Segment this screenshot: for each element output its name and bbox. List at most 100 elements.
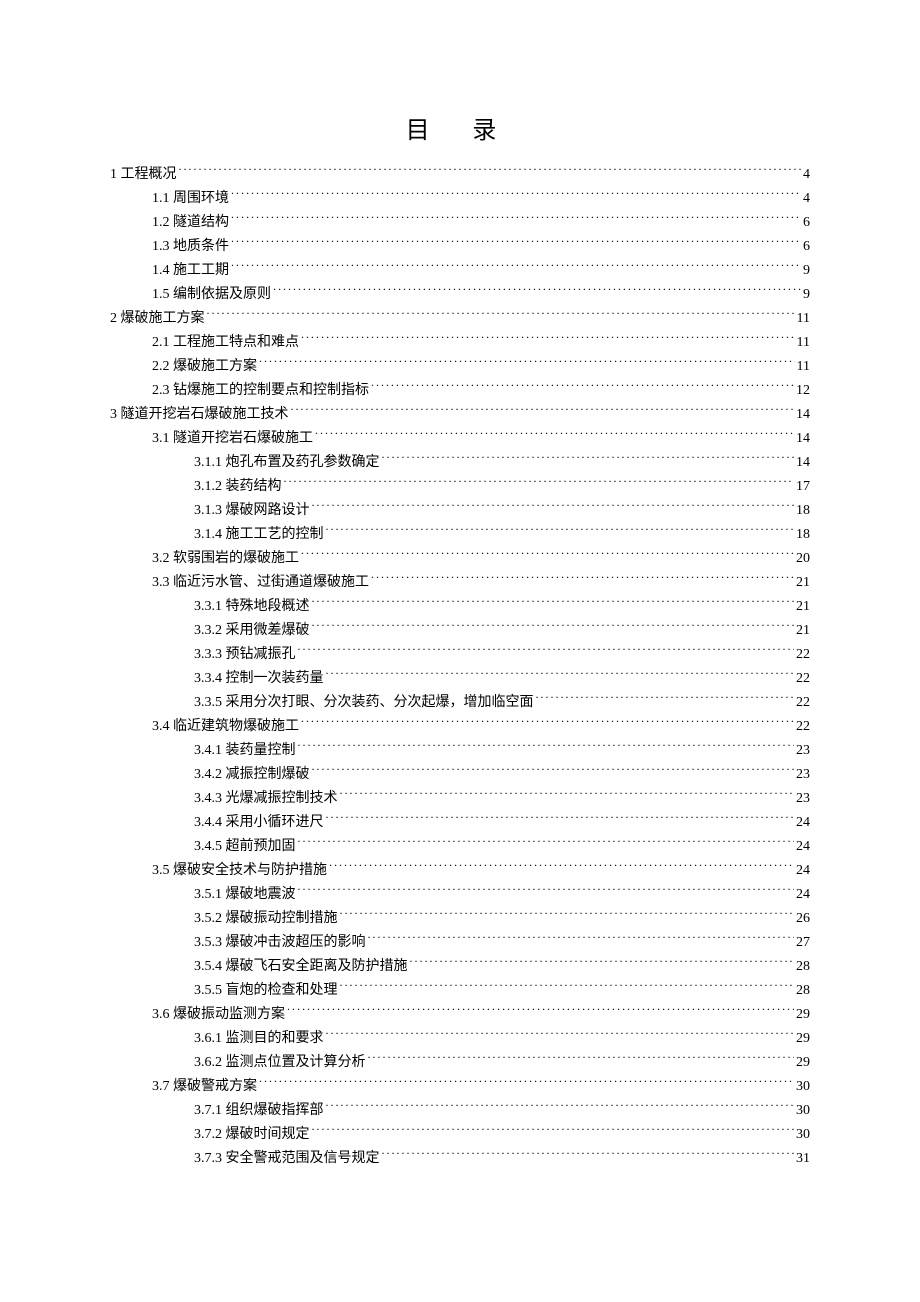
toc-entry: 1.2 隧道结构6 — [110, 211, 810, 235]
toc-entry: 3.5.5 盲炮的检查和处理28 — [110, 979, 810, 1003]
toc-leader-dots — [410, 956, 795, 970]
toc-leader-dots — [231, 236, 801, 250]
toc-entry-page: 30 — [796, 1099, 810, 1123]
toc-entry-page: 24 — [796, 883, 810, 907]
toc-leader-dots — [301, 548, 794, 562]
toc-entry-page: 24 — [796, 859, 810, 883]
toc-entry: 3.6.2 监测点位置及计算分析29 — [110, 1051, 810, 1075]
toc-leader-dots — [340, 788, 795, 802]
toc-leader-dots — [291, 404, 795, 418]
toc-entry-page: 14 — [796, 403, 810, 427]
toc-entry: 3 隧道开挖岩石爆破施工技术14 — [110, 403, 810, 427]
toc-entry-label: 3.5.4 爆破飞石安全距离及防护措施 — [194, 955, 408, 979]
toc-entry-label: 3.6 爆破振动监测方案 — [152, 1003, 285, 1027]
toc-entry-page: 29 — [796, 1003, 810, 1027]
toc-entry-page: 21 — [796, 619, 810, 643]
toc-entry-page: 24 — [796, 835, 810, 859]
toc-leader-dots — [312, 620, 795, 634]
toc-entry-label: 3.5.1 爆破地震波 — [194, 883, 296, 907]
toc-entry-label: 3.2 软弱围岩的爆破施工 — [152, 547, 299, 571]
toc-leader-dots — [231, 212, 801, 226]
toc-entry: 3.5.4 爆破飞石安全距离及防护措施 28 — [110, 955, 810, 979]
toc-entry-page: 29 — [796, 1027, 810, 1051]
toc-entry-page: 11 — [797, 331, 810, 355]
toc-title: 目 录 — [110, 110, 810, 145]
toc-entry: 3.5.1 爆破地震波 24 — [110, 883, 810, 907]
toc-entry-label: 3.3.1 特殊地段概述 — [194, 595, 310, 619]
toc-entry-label: 3.4.5 超前预加固 — [194, 835, 296, 859]
toc-entry: 3.2 软弱围岩的爆破施工 20 — [110, 547, 810, 571]
toc-entry-label: 3.4.1 装药量控制 — [194, 739, 296, 763]
toc-entry-page: 17 — [796, 475, 810, 499]
toc-leader-dots — [340, 908, 795, 922]
toc-entry: 3.1.1 炮孔布置及药孔参数确定 14 — [110, 451, 810, 475]
toc-entry: 3.1 隧道开挖岩石爆破施工14 — [110, 427, 810, 451]
toc-entry-label: 3.5 爆破安全技术与防护措施 — [152, 859, 327, 883]
toc-leader-dots — [298, 836, 795, 850]
toc-entry-page: 21 — [796, 571, 810, 595]
toc-entry-label: 3.3 临近污水管、过街通道爆破施工 — [152, 571, 369, 595]
toc-entry-label: 1.4 施工工期 — [152, 259, 229, 283]
toc-entry: 1.5 编制依据及原则9 — [110, 283, 810, 307]
toc-entry: 3.3.4 控制一次装药量22 — [110, 667, 810, 691]
toc-entry-page: 28 — [796, 955, 810, 979]
toc-entry-page: 28 — [796, 979, 810, 1003]
toc-entry-label: 3.1.3 爆破网路设计 — [194, 499, 310, 523]
toc-entry: 2.2 爆破施工方案11 — [110, 355, 810, 379]
toc-entry-page: 26 — [796, 907, 810, 931]
toc-entry-page: 11 — [797, 355, 810, 379]
toc-entry-page: 24 — [796, 811, 810, 835]
toc-entry-page: 11 — [797, 307, 810, 331]
toc-entry: 3.7.1 组织爆破指挥部30 — [110, 1099, 810, 1123]
toc-entry-label: 3.6.2 监测点位置及计算分析 — [194, 1051, 366, 1075]
toc-leader-dots — [273, 284, 801, 298]
toc-entry: 3.3 临近污水管、过街通道爆破施工 21 — [110, 571, 810, 595]
toc-leader-dots — [382, 1148, 795, 1162]
table-of-contents: 1 工程概况41.1 周围环境41.2 隧道结构61.3 地质条件61.4 施工… — [110, 163, 810, 1171]
toc-leader-dots — [371, 572, 794, 586]
toc-entry-page: 23 — [796, 763, 810, 787]
toc-entry-page: 21 — [796, 595, 810, 619]
toc-entry-label: 3.7.3 安全警戒范围及信号规定 — [194, 1147, 380, 1171]
toc-leader-dots — [371, 380, 794, 394]
toc-leader-dots — [536, 692, 795, 706]
toc-leader-dots — [312, 1124, 795, 1138]
toc-entry: 3.5.3 爆破冲击波超压的影响27 — [110, 931, 810, 955]
toc-entry-label: 2.1 工程施工特点和难点 — [152, 331, 299, 355]
toc-leader-dots — [326, 1028, 795, 1042]
toc-leader-dots — [368, 932, 795, 946]
toc-leader-dots — [312, 596, 795, 610]
toc-entry: 3.4.4 采用小循环进尺24 — [110, 811, 810, 835]
toc-leader-dots — [368, 1052, 795, 1066]
toc-leader-dots — [340, 980, 795, 994]
toc-entry-label: 1.3 地质条件 — [152, 235, 229, 259]
toc-leader-dots — [284, 476, 795, 490]
toc-entry: 3.4.3 光爆减振控制技术23 — [110, 787, 810, 811]
toc-leader-dots — [231, 188, 801, 202]
toc-entry-page: 30 — [796, 1075, 810, 1099]
toc-leader-dots — [326, 668, 795, 682]
toc-leader-dots — [312, 764, 795, 778]
toc-leader-dots — [329, 860, 794, 874]
toc-entry: 3.4.2 减振控制爆破23 — [110, 763, 810, 787]
toc-entry: 2.3 钻爆施工的控制要点和控制指标12 — [110, 379, 810, 403]
toc-entry-label: 3.1.1 炮孔布置及药孔参数确定 — [194, 451, 380, 475]
toc-entry: 1.3 地质条件6 — [110, 235, 810, 259]
toc-entry-page: 20 — [796, 547, 810, 571]
toc-entry-label: 3.5.2 爆破振动控制措施 — [194, 907, 338, 931]
toc-entry: 3.5 爆破安全技术与防护措施 24 — [110, 859, 810, 883]
toc-entry-page: 18 — [796, 523, 810, 547]
toc-entry-page: 14 — [796, 451, 810, 475]
toc-entry-label: 3.7.2 爆破时间规定 — [194, 1123, 310, 1147]
toc-leader-dots — [298, 884, 795, 898]
toc-entry-page: 6 — [803, 211, 810, 235]
toc-entry-label: 3.4 临近建筑物爆破施工 — [152, 715, 299, 739]
toc-entry: 3.3.1 特殊地段概述 21 — [110, 595, 810, 619]
toc-entry-page: 4 — [803, 163, 810, 187]
toc-entry-label: 3.3.3 预钻减振孔 — [194, 643, 296, 667]
toc-entry-label: 3.1 隧道开挖岩石爆破施工 — [152, 427, 313, 451]
toc-leader-dots — [326, 524, 795, 538]
toc-entry: 3.3.2 采用微差爆破21 — [110, 619, 810, 643]
toc-entry-page: 22 — [796, 715, 810, 739]
toc-entry: 1 工程概况4 — [110, 163, 810, 187]
